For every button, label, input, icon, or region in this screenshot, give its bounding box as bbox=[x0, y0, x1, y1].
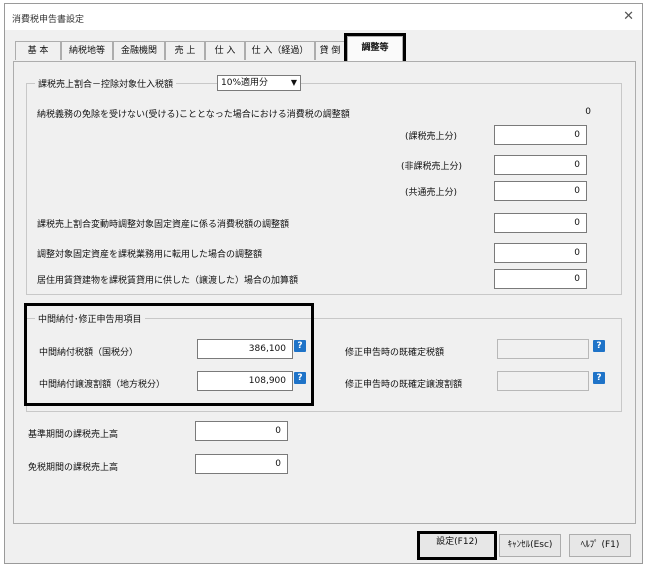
fluctuation-adjustment-field[interactable]: 0 bbox=[494, 213, 587, 233]
adjustment-legend: 課税売上割合－控除対象仕入税額 bbox=[35, 77, 177, 90]
cancel-button[interactable]: ｷｬﾝｾﾙ(Esc) bbox=[499, 534, 561, 557]
tab-sales[interactable]: 売 上 bbox=[165, 41, 205, 60]
chevron-down-icon: ▼ bbox=[290, 78, 297, 87]
window-title: 消費税申告書設定 bbox=[12, 15, 85, 25]
help-icon[interactable]: ? bbox=[593, 372, 605, 384]
amend-tax-field bbox=[497, 339, 589, 359]
rate-select-value: 10%適用分 bbox=[221, 78, 269, 88]
help-button[interactable]: ﾍﾙﾌﾟ (F1) bbox=[569, 534, 631, 557]
tab-bank[interactable]: 金融機関 bbox=[113, 41, 165, 60]
taxable-sales-field[interactable]: 0 bbox=[494, 125, 587, 145]
ok-button[interactable]: 設定(F12) bbox=[417, 531, 497, 560]
tab-basic[interactable]: 基 本 bbox=[15, 41, 61, 60]
amend-tax-label: 修正申告時の既確定税額 bbox=[345, 348, 445, 358]
settings-dialog: 消費税申告書設定 ✕ 基 本 納税地等 金融機関 売 上 仕 入 仕 入（経過）… bbox=[4, 3, 643, 564]
common-sales-field[interactable]: 0 bbox=[494, 181, 587, 201]
tab-tax-location[interactable]: 納税地等 bbox=[61, 41, 113, 60]
title-bar: 消費税申告書設定 ✕ bbox=[5, 4, 642, 30]
interim-highlight bbox=[24, 303, 314, 406]
nontaxable-sales-field[interactable]: 0 bbox=[494, 155, 587, 175]
conversion-adjustment-label: 調整対象固定資産を課税業務用に転用した場合の調整額 bbox=[37, 250, 263, 260]
exempt-adjustment-label: 納税義務の免除を受けない(受ける)こととなった場合における消費税の調整額 bbox=[37, 110, 350, 120]
exempt-period-label: 免税期間の課税売上高 bbox=[28, 463, 119, 473]
amend-transfer-field bbox=[497, 371, 589, 391]
tab-adjustments[interactable]: 調整等 bbox=[344, 33, 406, 64]
base-period-label: 基準期間の課税売上高 bbox=[28, 430, 119, 440]
common-sales-label: (共通売上分) bbox=[405, 188, 458, 198]
adjustment-group: 課税売上割合－控除対象仕入税額 10%適用分 ▼ 納税義務の免除を受けない(受け… bbox=[26, 75, 622, 295]
tab-purchase-transitional[interactable]: 仕 入（経過） bbox=[245, 41, 315, 60]
rental-building-label: 居住用賃貸建物を課税賃貸用に供した（譲渡した）場合の加算額 bbox=[37, 276, 299, 286]
adjustments-panel: 課税売上割合－控除対象仕入税額 10%適用分 ▼ 納税義務の免除を受けない(受け… bbox=[13, 61, 636, 524]
tab-bad-debt[interactable]: 貸 倒 bbox=[315, 41, 345, 60]
rate-select[interactable]: 10%適用分 ▼ bbox=[217, 75, 301, 91]
tab-purchase[interactable]: 仕 入 bbox=[205, 41, 245, 60]
tab-strip: 基 本 納税地等 金融機関 売 上 仕 入 仕 入（経過） 貸 倒 調整等 bbox=[13, 33, 413, 64]
nontaxable-sales-label: (非課税売上分) bbox=[401, 162, 463, 172]
taxable-sales-label: (課税売上分) bbox=[405, 132, 458, 142]
conversion-adjustment-field[interactable]: 0 bbox=[494, 243, 587, 263]
exempt-period-field[interactable]: 0 bbox=[195, 454, 288, 474]
close-icon[interactable]: ✕ bbox=[623, 9, 634, 24]
fluctuation-adjustment-label: 課税売上割合変動時調整対象固定資産に係る消費税額の調整額 bbox=[37, 220, 290, 230]
amend-transfer-label: 修正申告時の既確定譲渡割額 bbox=[345, 380, 463, 390]
rental-building-field[interactable]: 0 bbox=[494, 269, 587, 289]
exempt-adjustment-value: 0 bbox=[585, 107, 591, 117]
base-period-field[interactable]: 0 bbox=[195, 421, 288, 441]
help-icon[interactable]: ? bbox=[593, 340, 605, 352]
